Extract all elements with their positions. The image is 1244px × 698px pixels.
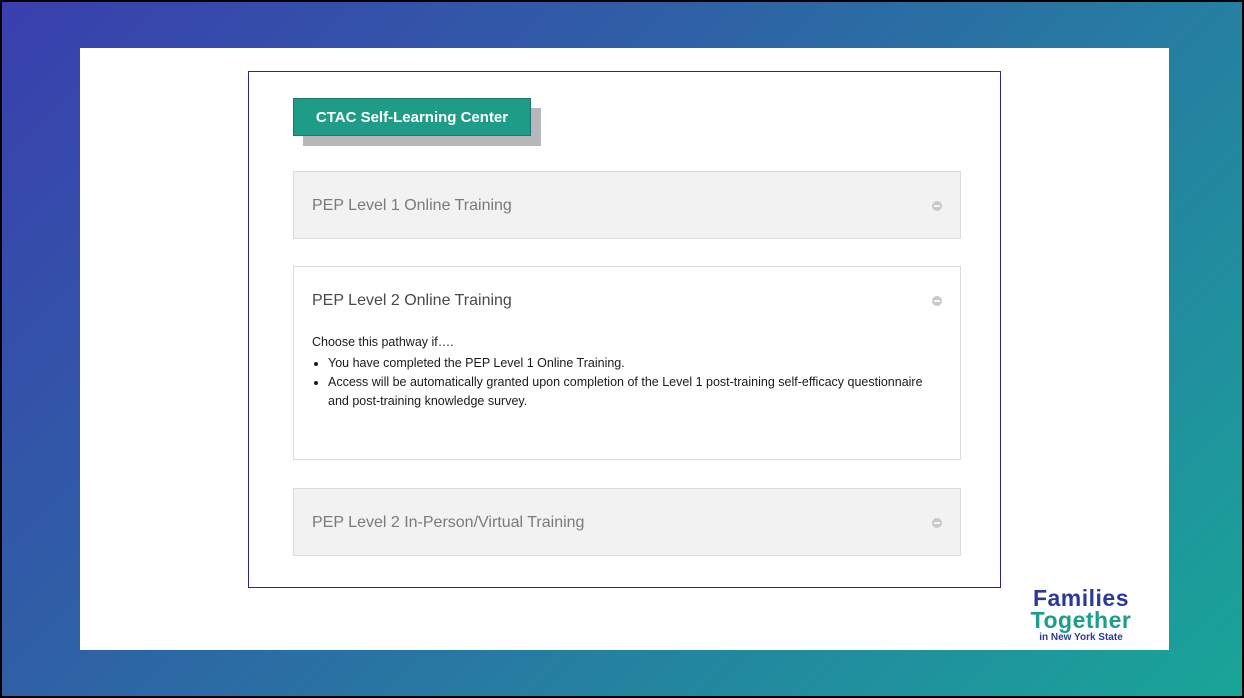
slide-canvas: CTAC Self-Learning Center PEP Level 1 On… — [80, 48, 1169, 650]
accordion-body: Choose this pathway if…. You have comple… — [294, 333, 960, 411]
ctac-self-learning-center-button[interactable]: CTAC Self-Learning Center — [293, 98, 531, 136]
minus-circle-icon[interactable] — [932, 296, 942, 306]
logo-line-1: Families — [1032, 585, 1130, 611]
accordion-title: PEP Level 1 Online Training — [312, 197, 512, 214]
list-item: You have completed the PEP Level 1 Onlin… — [328, 354, 942, 373]
accordion-title: PEP Level 2 Online Training — [312, 292, 512, 309]
header-button-wrap: CTAC Self-Learning Center — [293, 98, 541, 148]
pathway-intro: Choose this pathway if…. — [312, 335, 454, 349]
content-panel: CTAC Self-Learning Center PEP Level 1 On… — [248, 71, 1001, 588]
accordion-item-pep-level-2-in-person: PEP Level 2 In-Person/Virtual Training — [293, 488, 961, 556]
accordion-header-pep-level-1[interactable]: PEP Level 1 Online Training — [294, 172, 960, 240]
pathway-bullets: You have completed the PEP Level 1 Onlin… — [312, 354, 942, 411]
accordion-header-pep-level-2-online[interactable]: PEP Level 2 Online Training — [294, 267, 960, 335]
accordion-item-pep-level-1: PEP Level 1 Online Training — [293, 171, 961, 239]
list-item: Access will be automatically granted upo… — [328, 373, 942, 411]
accordion-header-pep-level-2-in-person[interactable]: PEP Level 2 In-Person/Virtual Training — [294, 489, 960, 557]
slide-frame: CTAC Self-Learning Center PEP Level 1 On… — [2, 2, 1242, 696]
accordion-item-pep-level-2-online: PEP Level 2 Online Training Choose this … — [293, 266, 961, 460]
minus-circle-icon[interactable] — [932, 518, 942, 528]
families-together-logo: Families Together in New York State — [1011, 587, 1151, 645]
minus-circle-icon[interactable] — [932, 201, 942, 211]
logo-line-2: Together — [1030, 607, 1132, 633]
accordion-title: PEP Level 2 In-Person/Virtual Training — [312, 514, 585, 531]
logo-line-3: in New York State — [1039, 632, 1123, 643]
